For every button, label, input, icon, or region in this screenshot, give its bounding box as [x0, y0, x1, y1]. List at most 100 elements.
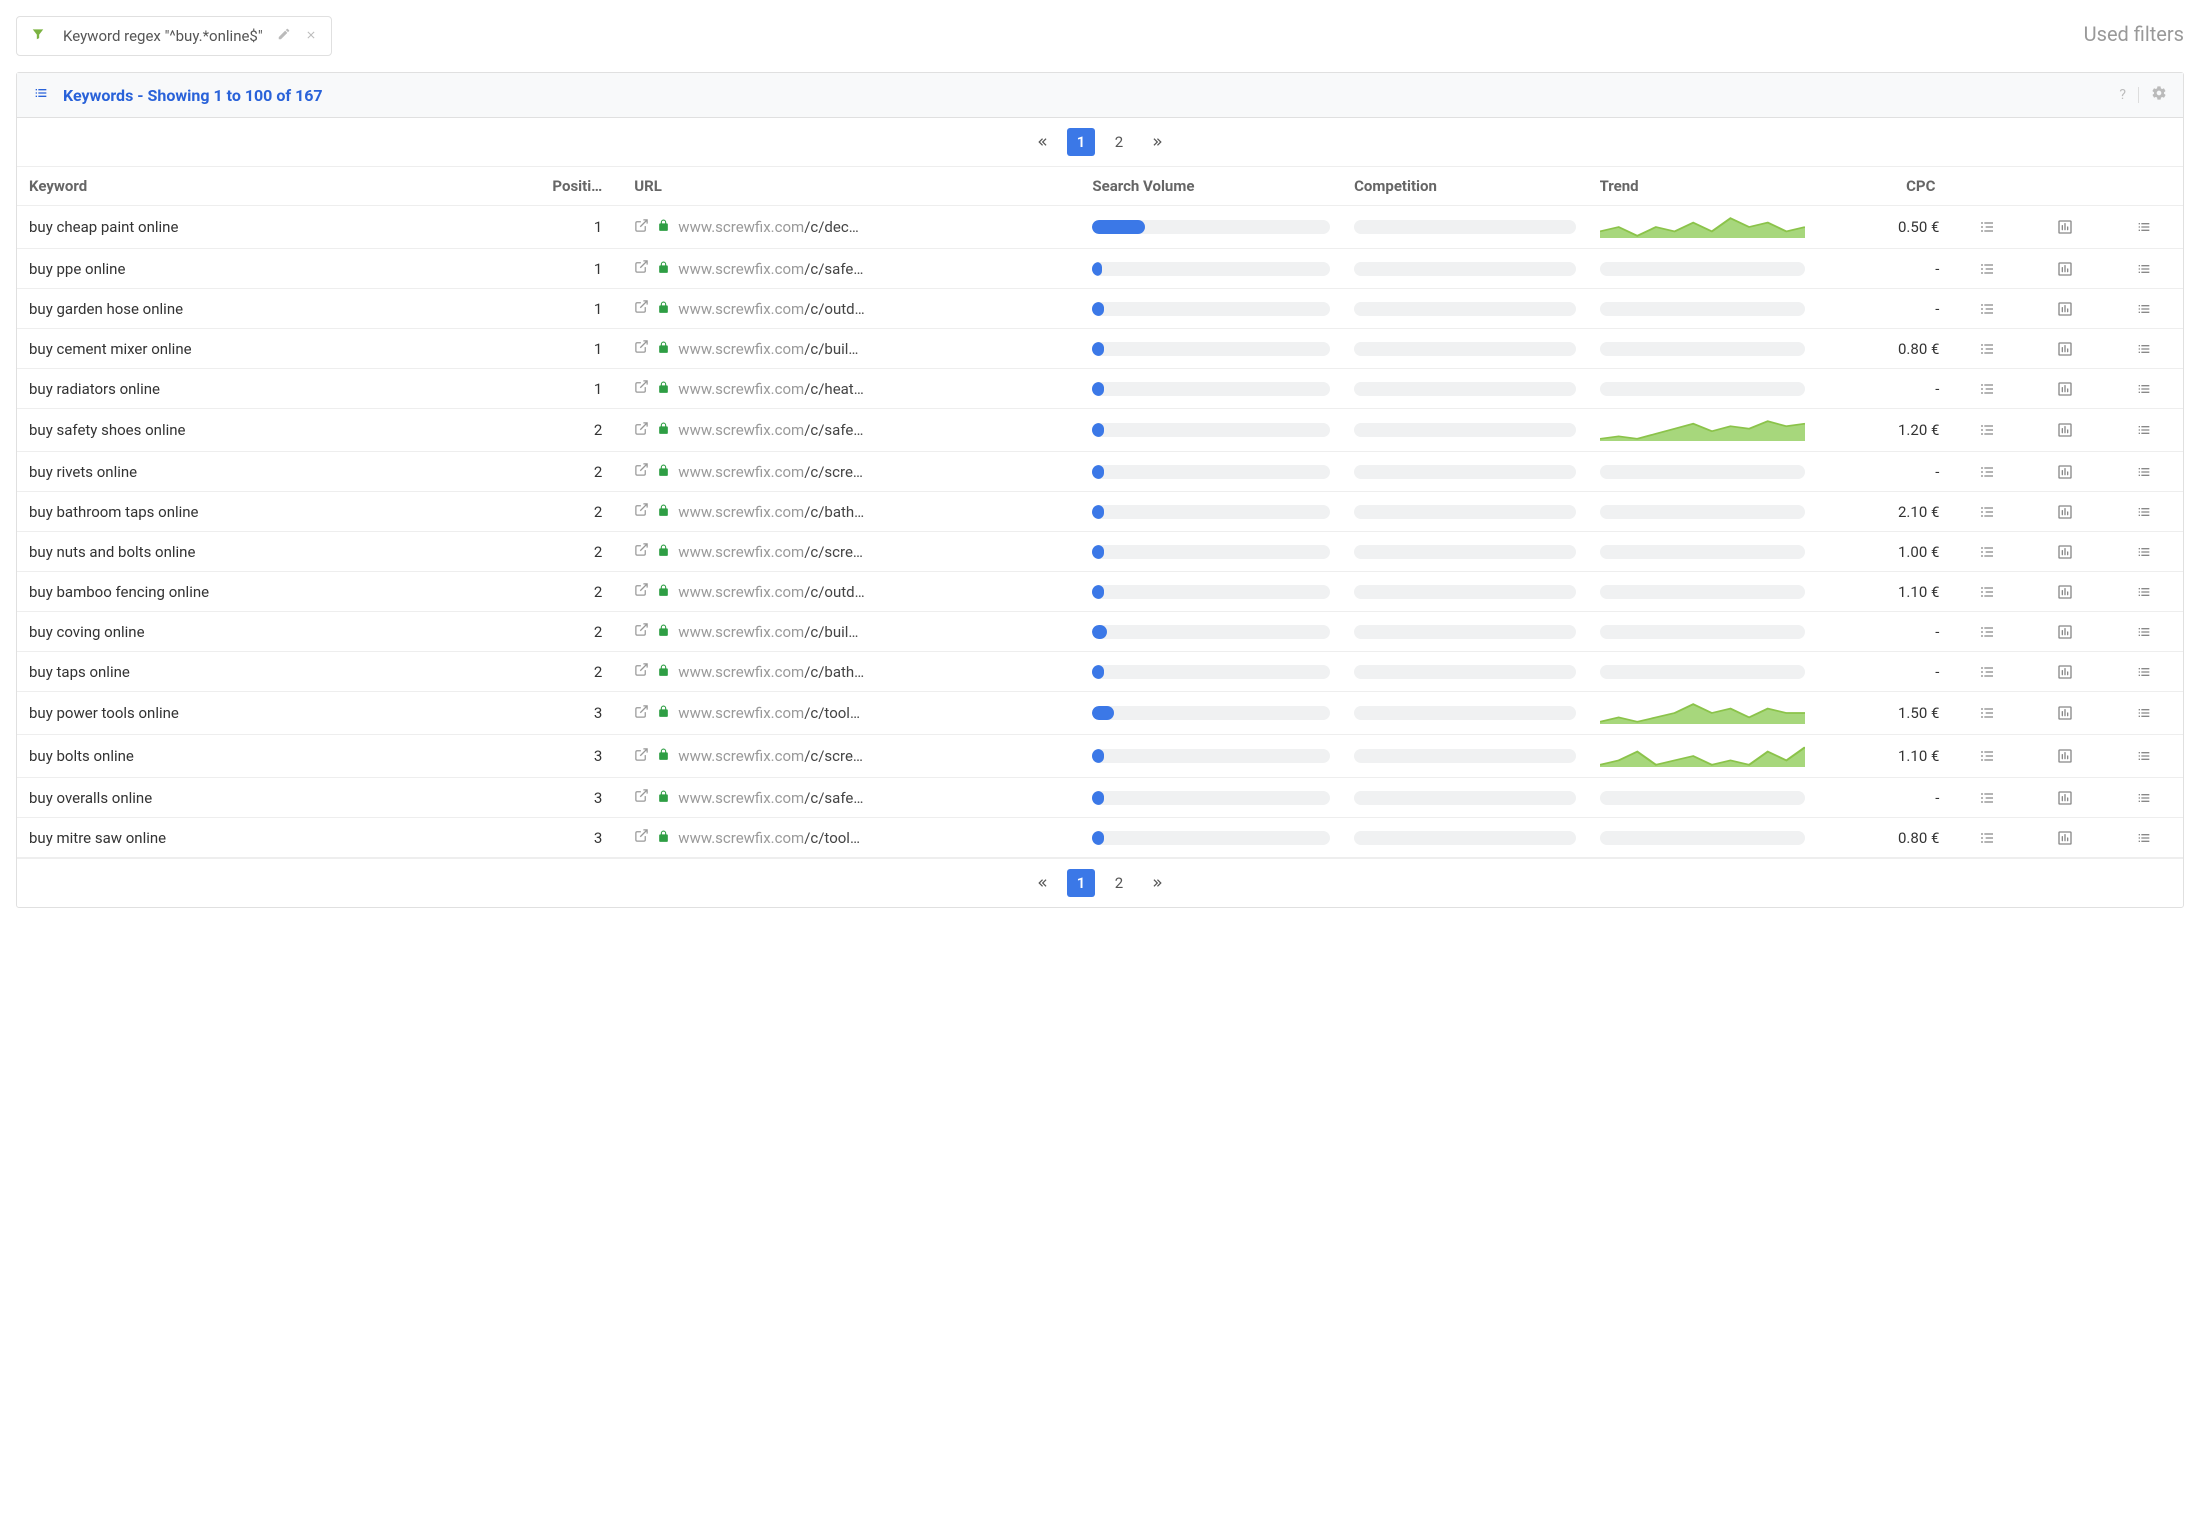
row-action-details[interactable] — [1947, 735, 2026, 778]
cell-url[interactable]: www.screwfix.com/c/dec… — [622, 206, 1080, 249]
cell-url[interactable]: www.screwfix.com/c/outd… — [622, 572, 1080, 612]
row-action-chart[interactable] — [2026, 532, 2105, 572]
row-action-chart[interactable] — [2026, 329, 2105, 369]
external-link-icon[interactable] — [634, 421, 649, 440]
external-link-icon[interactable] — [634, 462, 649, 481]
row-action-chart[interactable] — [2026, 735, 2105, 778]
cell-keyword[interactable]: buy coving online — [17, 612, 475, 652]
external-link-icon[interactable] — [634, 542, 649, 561]
row-action-chart[interactable] — [2026, 818, 2105, 858]
cell-url[interactable]: www.screwfix.com/c/bath… — [622, 492, 1080, 532]
row-action-chart[interactable] — [2026, 409, 2105, 452]
close-icon[interactable] — [305, 27, 317, 45]
col-header-search-volume[interactable]: Search Volume — [1092, 177, 1330, 195]
external-link-icon[interactable] — [634, 218, 649, 237]
cell-keyword[interactable]: buy radiators online — [17, 369, 475, 409]
cell-keyword[interactable]: buy garden hose online — [17, 289, 475, 329]
row-action-list[interactable] — [2104, 452, 2183, 492]
cell-keyword[interactable]: buy bathroom taps online — [17, 492, 475, 532]
filter-chip[interactable]: Keyword regex "^buy.*online$" — [16, 16, 332, 56]
row-action-details[interactable] — [1947, 492, 2026, 532]
col-header-cpc[interactable]: CPC — [1829, 177, 1936, 195]
pagination-page[interactable]: 1 — [1067, 869, 1095, 897]
row-action-chart[interactable] — [2026, 778, 2105, 818]
row-action-list[interactable] — [2104, 289, 2183, 329]
pagination-prev[interactable] — [1029, 128, 1057, 156]
pagination-page[interactable]: 2 — [1105, 128, 1133, 156]
cell-keyword[interactable]: buy power tools online — [17, 692, 475, 735]
row-action-list[interactable] — [2104, 369, 2183, 409]
external-link-icon[interactable] — [634, 582, 649, 601]
pencil-icon[interactable] — [277, 27, 291, 45]
cell-url[interactable]: www.screwfix.com/c/bath… — [622, 652, 1080, 692]
row-action-chart[interactable] — [2026, 492, 2105, 532]
row-action-details[interactable] — [1947, 369, 2026, 409]
row-action-chart[interactable] — [2026, 652, 2105, 692]
external-link-icon[interactable] — [634, 662, 649, 681]
row-action-details[interactable] — [1947, 532, 2026, 572]
external-link-icon[interactable] — [634, 379, 649, 398]
external-link-icon[interactable] — [634, 788, 649, 807]
row-action-list[interactable] — [2104, 612, 2183, 652]
cell-url[interactable]: www.screwfix.com/c/safe… — [622, 778, 1080, 818]
external-link-icon[interactable] — [634, 502, 649, 521]
row-action-list[interactable] — [2104, 778, 2183, 818]
row-action-details[interactable] — [1947, 692, 2026, 735]
pagination-next[interactable] — [1143, 128, 1171, 156]
row-action-chart[interactable] — [2026, 369, 2105, 409]
row-action-details[interactable] — [1947, 572, 2026, 612]
row-action-details[interactable] — [1947, 206, 2026, 249]
external-link-icon[interactable] — [634, 747, 649, 766]
used-filters-link[interactable]: Used filters — [2084, 16, 2184, 46]
cell-keyword[interactable]: buy rivets online — [17, 452, 475, 492]
row-action-chart[interactable] — [2026, 452, 2105, 492]
row-action-chart[interactable] — [2026, 572, 2105, 612]
row-action-list[interactable] — [2104, 206, 2183, 249]
cell-keyword[interactable]: buy bolts online — [17, 735, 475, 778]
col-header-competition[interactable]: Competition — [1354, 177, 1575, 195]
row-action-details[interactable] — [1947, 452, 2026, 492]
cell-keyword[interactable]: buy nuts and bolts online — [17, 532, 475, 572]
row-action-details[interactable] — [1947, 652, 2026, 692]
row-action-details[interactable] — [1947, 612, 2026, 652]
cell-url[interactable]: www.screwfix.com/c/scre… — [622, 735, 1080, 778]
row-action-list[interactable] — [2104, 409, 2183, 452]
gear-icon[interactable] — [2151, 85, 2167, 105]
cell-keyword[interactable]: buy cheap paint online — [17, 206, 475, 249]
cell-keyword[interactable]: buy overalls online — [17, 778, 475, 818]
cell-url[interactable]: www.screwfix.com/c/buil… — [622, 329, 1080, 369]
row-action-chart[interactable] — [2026, 612, 2105, 652]
help-icon[interactable]: ? — [2119, 87, 2126, 103]
row-action-details[interactable] — [1947, 289, 2026, 329]
cell-url[interactable]: www.screwfix.com/c/safe… — [622, 409, 1080, 452]
external-link-icon[interactable] — [634, 339, 649, 358]
cell-url[interactable]: www.screwfix.com/c/buil… — [622, 612, 1080, 652]
row-action-details[interactable] — [1947, 249, 2026, 289]
cell-keyword[interactable]: buy ppe online — [17, 249, 475, 289]
row-action-details[interactable] — [1947, 329, 2026, 369]
cell-keyword[interactable]: buy cement mixer online — [17, 329, 475, 369]
cell-url[interactable]: www.screwfix.com/c/safe… — [622, 249, 1080, 289]
row-action-list[interactable] — [2104, 652, 2183, 692]
col-header-trend[interactable]: Trend — [1600, 177, 1805, 195]
pagination-page[interactable]: 1 — [1067, 128, 1095, 156]
row-action-list[interactable] — [2104, 492, 2183, 532]
pagination-prev[interactable] — [1029, 869, 1057, 897]
row-action-list[interactable] — [2104, 329, 2183, 369]
col-header-position[interactable]: Positi… — [487, 177, 602, 195]
pagination-page[interactable]: 2 — [1105, 869, 1133, 897]
row-action-list[interactable] — [2104, 692, 2183, 735]
row-action-chart[interactable] — [2026, 206, 2105, 249]
row-action-list[interactable] — [2104, 532, 2183, 572]
cell-keyword[interactable]: buy taps online — [17, 652, 475, 692]
row-action-list[interactable] — [2104, 572, 2183, 612]
cell-url[interactable]: www.screwfix.com/c/tool… — [622, 692, 1080, 735]
cell-keyword[interactable]: buy mitre saw online — [17, 818, 475, 858]
row-action-details[interactable] — [1947, 778, 2026, 818]
cell-url[interactable]: www.screwfix.com/c/tool… — [622, 818, 1080, 858]
row-action-chart[interactable] — [2026, 692, 2105, 735]
cell-url[interactable]: www.screwfix.com/c/scre… — [622, 452, 1080, 492]
cell-keyword[interactable]: buy bamboo fencing online — [17, 572, 475, 612]
row-action-chart[interactable] — [2026, 289, 2105, 329]
external-link-icon[interactable] — [634, 828, 649, 847]
